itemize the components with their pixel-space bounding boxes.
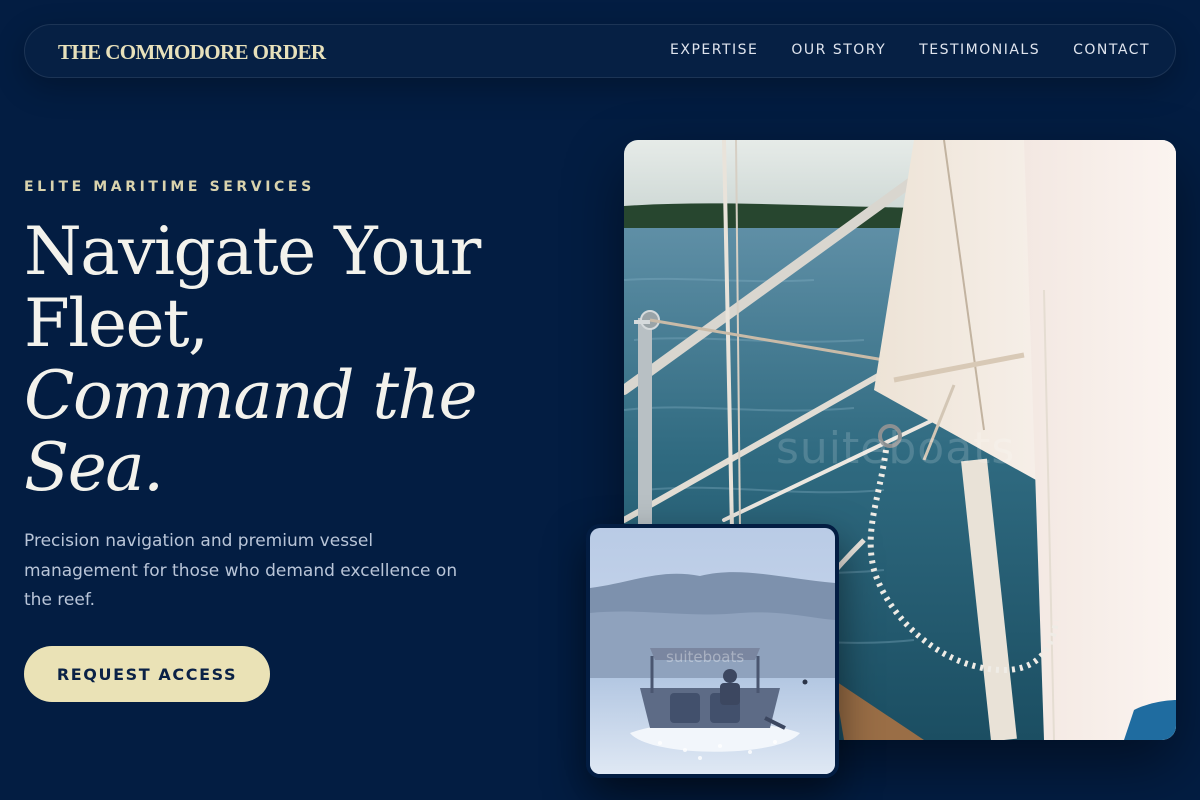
- hero-description: Precision navigation and premium vessel …: [24, 531, 458, 610]
- top-navigation: THE COMMODORE ORDER EXPERTISE OUR STORY …: [24, 24, 1176, 78]
- nav-link-contact[interactable]: CONTACT: [1073, 42, 1150, 58]
- motorboat-illustration: [590, 528, 835, 774]
- hero-headline: Navigate Your Fleet, Command the Sea.: [24, 216, 544, 504]
- headline-italic-line-2: Sea.: [24, 429, 164, 506]
- brand-logo[interactable]: THE COMMODORE ORDER: [58, 40, 326, 65]
- headline-line-1: Navigate Your: [24, 213, 481, 290]
- nav-link-expertise[interactable]: EXPERTISE: [670, 42, 758, 58]
- headline-line-2: Fleet,: [24, 285, 209, 362]
- nav-link-testimonials[interactable]: TESTIMONIALS: [919, 42, 1040, 58]
- request-access-button[interactable]: REQUEST ACCESS: [24, 646, 270, 702]
- landing-page: THE COMMODORE ORDER EXPERTISE OUR STORY …: [0, 0, 1200, 800]
- hero-eyebrow: ELITE MARITIME SERVICES: [24, 179, 315, 195]
- nav-links: EXPERTISE OUR STORY TESTIMONIALS CONTACT: [670, 42, 1150, 58]
- headline-italic-line-1: Command the: [24, 357, 478, 434]
- motorboat-photo: suiteboats: [586, 524, 839, 778]
- nav-link-our-story[interactable]: OUR STORY: [791, 42, 886, 58]
